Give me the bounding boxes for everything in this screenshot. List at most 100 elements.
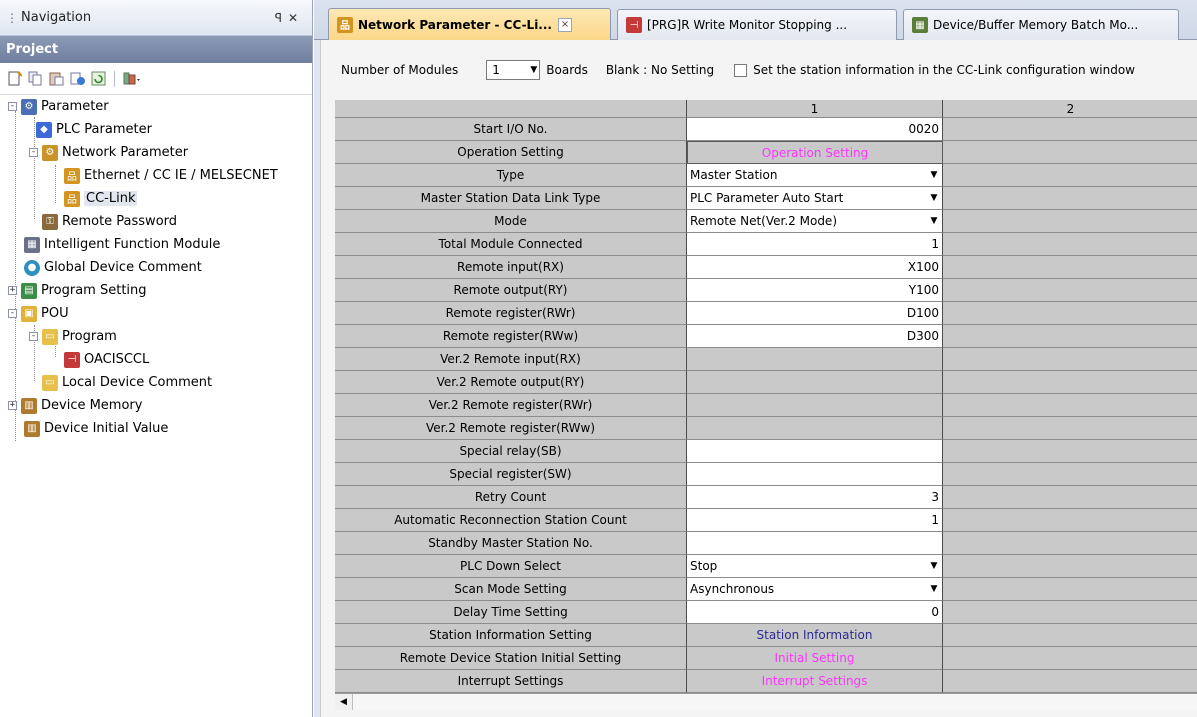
tab-label: Network Parameter - CC-Li... [358, 17, 552, 32]
grid-row: Type Master Station ▼ [335, 164, 1197, 187]
chevron-down-icon[interactable]: ▼ [928, 561, 940, 571]
tab-label: [PRG]R Write Monitor Stopping ... [647, 18, 848, 32]
tree-item-local-device-comment[interactable]: ▭ Local Device Comment [42, 371, 212, 394]
close-icon[interactable]: ✕ [288, 11, 304, 25]
value-cell[interactable] [687, 440, 943, 463]
network-icon: 品 [64, 190, 80, 207]
tab-network-parameter[interactable]: 品 Network Parameter - CC-Li... × [328, 8, 611, 40]
value-cell[interactable]: 1 [687, 233, 943, 256]
value-cell[interactable]: 3 [687, 486, 943, 509]
collapse-icon[interactable]: - [8, 102, 17, 111]
grid-row: Standby Master Station No. [335, 532, 1197, 555]
value-cell[interactable]: 0020 [687, 118, 943, 141]
tree-item-intelligent-function-module[interactable]: ▦ Intelligent Function Module [24, 233, 220, 256]
tree-item-plc-parameter[interactable]: ◆ PLC Parameter [36, 118, 152, 141]
collapse-icon[interactable]: - [29, 148, 38, 157]
navigation-header: ⋮ Navigation ꟼ✕ [0, 0, 312, 36]
grip-icon[interactable]: ⋮ [6, 11, 18, 25]
chevron-down-icon[interactable]: ▼ [928, 216, 940, 226]
scroll-track[interactable] [353, 694, 1197, 710]
setting-button[interactable]: Station Information [687, 624, 943, 647]
properties-icon[interactable] [69, 70, 86, 87]
tree-item-label: Remote Password [62, 214, 178, 229]
tree-item-label: Program [62, 329, 117, 344]
value-cell[interactable]: 1 [687, 509, 943, 532]
filter-icon[interactable] [122, 70, 144, 87]
close-tab-icon[interactable]: × [558, 17, 572, 32]
grid-row: Interrupt Settings Interrupt Settings [335, 670, 1197, 693]
blank-note: Blank : No Setting [605, 63, 715, 77]
combo-value: PLC Parameter Auto Start [690, 191, 844, 205]
value-cell[interactable]: Y100 [687, 279, 943, 302]
program-setting-icon: ▤ [21, 282, 37, 299]
column-2-cell [943, 555, 1197, 578]
collapse-icon[interactable]: - [29, 332, 38, 341]
combo-cell[interactable]: Master Station ▼ [687, 164, 943, 187]
expand-icon[interactable]: + [8, 286, 17, 295]
ladder-program-icon: ⊣ [626, 17, 642, 33]
station-info-checkbox[interactable] [734, 63, 748, 77]
paste-icon[interactable] [48, 70, 65, 87]
tree-item-pou[interactable]: - ▣ POU [8, 302, 69, 325]
tree-item-ethernet[interactable]: 品 Ethernet / CC IE / MELSECNET [64, 164, 278, 187]
column-2-cell [943, 371, 1197, 394]
value-cell[interactable] [687, 532, 943, 555]
combo-cell[interactable]: Remote Net(Ver.2 Mode) ▼ [687, 210, 943, 233]
row-label: Operation Setting [335, 141, 687, 164]
tree-item-cc-link[interactable]: 品 CC-Link [64, 187, 138, 210]
value-cell[interactable]: 0 [687, 601, 943, 624]
tree-item-remote-password[interactable]: ⚿ Remote Password [42, 210, 177, 233]
value-cell[interactable]: D300 [687, 325, 943, 348]
expand-icon[interactable]: + [8, 401, 17, 410]
tab-write-monitor[interactable]: ⊣ [PRG]R Write Monitor Stopping ... [617, 9, 897, 40]
tree-item-program[interactable]: - ▭ Program [29, 325, 117, 348]
column-2-cell [943, 417, 1197, 440]
column-header-2: 2 [943, 100, 1197, 118]
chevron-down-icon[interactable]: ▼ [928, 170, 940, 180]
value-cell[interactable]: D100 [687, 302, 943, 325]
tree-item-network-parameter[interactable]: - ⚙ Network Parameter [29, 141, 188, 164]
combo-value: Master Station [690, 168, 778, 182]
tree-item-label: Program Setting [41, 283, 147, 298]
tree-item-program-setting[interactable]: + ▤ Program Setting [8, 279, 147, 302]
combo-cell[interactable]: Stop ▼ [687, 555, 943, 578]
modules-label: Number of Modules [341, 63, 459, 77]
tree-item-parameter[interactable]: - ⚙ Parameter [8, 95, 109, 118]
tree-item-device-initial-value[interactable]: ▥ Device Initial Value [24, 417, 168, 440]
tree-item-label: Device Initial Value [44, 421, 169, 436]
plc-parameter-icon: ◆ [36, 121, 52, 138]
grid-row: Ver.2 Remote output(RY) [335, 371, 1197, 394]
pin-icon[interactable]: ꟼ [275, 11, 288, 25]
copy-icon[interactable] [27, 70, 44, 87]
tree-item-device-memory[interactable]: + ▥ Device Memory [8, 394, 142, 417]
collapse-icon[interactable]: - [8, 309, 17, 318]
chevron-down-icon[interactable]: ▼ [928, 584, 940, 594]
grid-row: Remote register(RWw) D300 [335, 325, 1197, 348]
setting-button[interactable]: Interrupt Settings [687, 670, 943, 693]
tree-item-label: Device Memory [41, 398, 143, 413]
value-cell[interactable] [687, 463, 943, 486]
refresh-icon[interactable] [90, 70, 107, 87]
scroll-left-icon[interactable]: ◀ [335, 694, 353, 710]
tab-device-buffer-memory[interactable]: ▦ Device/Buffer Memory Batch Mo... [903, 9, 1179, 40]
column-2-cell [943, 463, 1197, 486]
column-2-cell [943, 670, 1197, 693]
combo-cell[interactable]: Asynchronous ▼ [687, 578, 943, 601]
chevron-down-icon[interactable]: ▼ [928, 193, 940, 203]
modules-select[interactable]: 1 ▼ [486, 60, 541, 80]
tree-item-oacisccl[interactable]: ⊣ OACISCCL [64, 348, 149, 371]
setting-button[interactable]: Initial Setting [687, 647, 943, 670]
tree-item-global-device-comment[interactable]: ● Global Device Comment [24, 256, 202, 279]
column-2-cell [943, 647, 1197, 670]
value-cell[interactable]: X100 [687, 256, 943, 279]
column-2-cell [943, 624, 1197, 647]
new-item-icon[interactable] [6, 70, 23, 87]
grid-row: Special register(SW) [335, 463, 1197, 486]
combo-cell[interactable]: PLC Parameter Auto Start ▼ [687, 187, 943, 210]
horizontal-scrollbar[interactable]: ◀ [335, 693, 1197, 710]
chevron-down-icon[interactable]: ▼ [530, 65, 537, 75]
setting-button[interactable]: Operation Setting [687, 141, 943, 164]
row-label: Special relay(SB) [335, 440, 687, 463]
project-section-header: Project [0, 36, 312, 63]
disabled-cell [687, 371, 943, 394]
